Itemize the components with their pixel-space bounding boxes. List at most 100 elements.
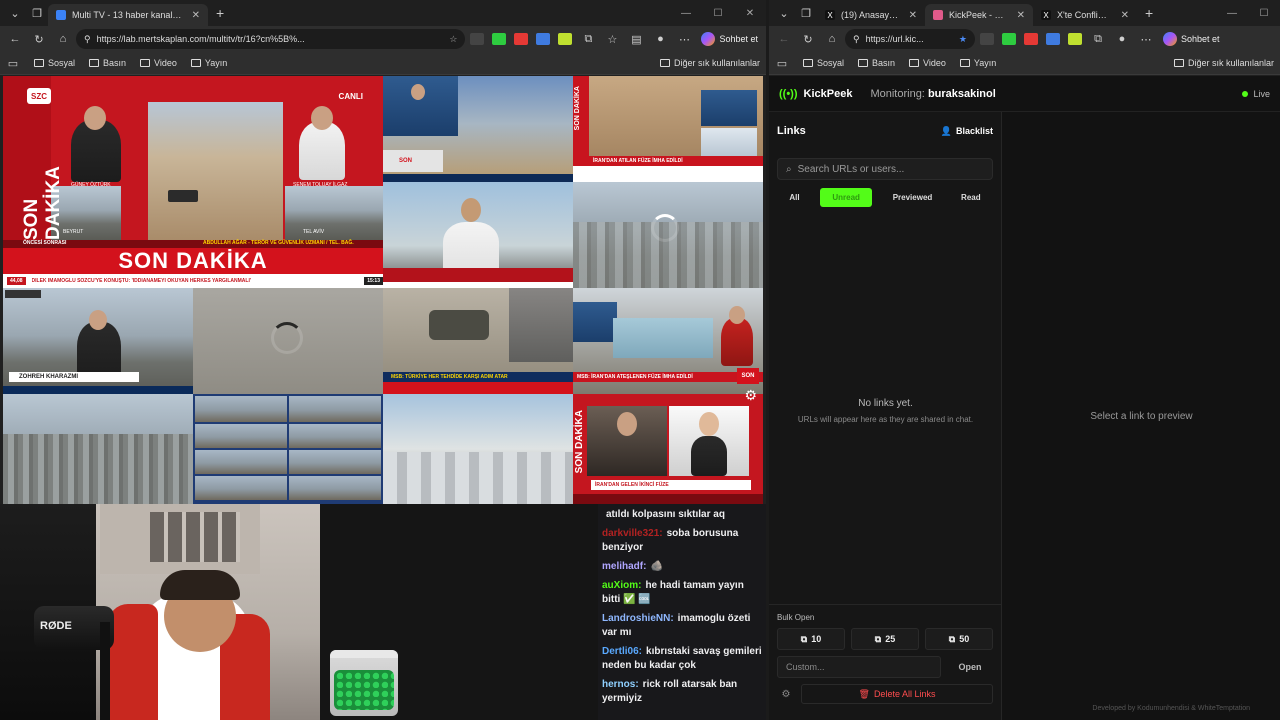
bookmark-folder[interactable]: Yayın — [959, 58, 996, 68]
minimize-icon[interactable]: — — [670, 0, 702, 26]
menu-icon[interactable]: ⋯ — [1135, 29, 1157, 49]
anchor-face — [84, 106, 106, 130]
maximize-icon[interactable]: ☐ — [702, 0, 734, 26]
extension-icon[interactable] — [492, 33, 507, 45]
bookmark-folder[interactable]: Sosyal — [803, 58, 844, 68]
bookmark-toggle-icon[interactable]: ▭ — [775, 53, 789, 73]
kickpeek-app: ((•)) KickPeek Monitoring: buraksakinol … — [769, 76, 1280, 720]
chat-username[interactable]: hernos: — [602, 679, 639, 690]
filter-all[interactable]: All — [781, 188, 807, 207]
delete-all-links-button[interactable]: 🗑 Delete All Links — [801, 684, 993, 704]
split-screen-icon[interactable]: ⧉ — [1087, 29, 1109, 49]
maximize-icon[interactable]: ☐ — [1248, 0, 1280, 26]
chat-username[interactable]: melihadf: — [602, 561, 646, 572]
blacklist-button[interactable]: 👤 Blacklist — [941, 126, 993, 137]
chat-username[interactable]: LandroshieNN: — [602, 613, 674, 624]
collections-icon[interactable]: ▤ — [625, 29, 647, 49]
workspaces-icon[interactable]: ❐ — [26, 3, 48, 23]
extension-icon[interactable] — [980, 33, 994, 45]
caption-name-right: SENEM TOLUAY İLGAZ — [293, 182, 348, 188]
tv-stream-tgrt[interactable]: MSB: İRAN'DAN ATEŞLENEN FÜZE İMHA EDİLDİ… — [573, 288, 763, 394]
filter-read[interactable]: Read — [953, 188, 989, 207]
favorite-star-icon[interactable]: ★ — [959, 34, 967, 45]
settings-icon[interactable]: ⚙ — [777, 684, 795, 704]
bookmark-folder[interactable]: Basın — [89, 58, 126, 68]
extension-icon[interactable] — [1024, 33, 1038, 45]
tv-stream-szc[interactable]: SZC CANLI SON DAKİKA GÜNEY ÖZTÜRK SENEM … — [3, 76, 383, 288]
split-screen-icon[interactable]: ⧉ — [577, 29, 599, 49]
refresh-icon[interactable]: ↻ — [28, 29, 50, 49]
tv-stream-military[interactable]: MSB: TÜRKİYE HER TEHDİDE KARŞI ADIM ATAR — [383, 288, 573, 394]
bookmark-folder[interactable]: Video — [140, 58, 177, 68]
other-bookmarks[interactable]: Diğer sık kullanılanlar — [659, 58, 760, 68]
tv-stream-haberturk[interactable]: SON DAKİKA İRAN'DAN GELEN İKİNCİ FÜZE — [573, 394, 763, 504]
extension-icon[interactable] — [536, 33, 551, 45]
refresh-icon[interactable]: ↻ — [797, 29, 819, 49]
bookmark-toggle-icon[interactable]: ▭ — [6, 53, 20, 73]
tv-stream-skyline[interactable] — [3, 394, 193, 504]
bookmark-folder[interactable]: Yayın — [190, 58, 227, 68]
address-bar[interactable]: ⚲ https://url.kic... ★ — [845, 29, 975, 49]
menu-icon[interactable]: ⋯ — [673, 29, 695, 49]
site-info-icon[interactable]: ⚲ — [853, 34, 860, 45]
tv-stream-tr2[interactable]: SON DAKİKA İRAN'DAN ATILAN FÜZE İMHA EDİ… — [573, 76, 763, 182]
copilot-button[interactable]: Sohbet et — [697, 32, 762, 46]
favorites-icon[interactable]: ☆ — [601, 29, 623, 49]
bookmark-folder[interactable]: Video — [909, 58, 946, 68]
copilot-button[interactable]: Sohbet et — [1159, 32, 1224, 46]
tab-kickpeek[interactable]: KickPeek - Real-tim ✕ — [925, 4, 1033, 26]
tv-stream-city[interactable] — [573, 182, 763, 288]
bookmark-label: Sosyal — [48, 58, 76, 68]
tv-stream-mountain[interactable] — [383, 394, 573, 504]
tv-stream-alarabiya[interactable] — [383, 182, 573, 288]
extension-icon[interactable] — [1068, 33, 1082, 45]
close-tab-icon[interactable]: ✕ — [909, 10, 917, 21]
bookmark-folder[interactable]: Sosyal — [34, 58, 75, 68]
profile-avatar[interactable]: ● — [649, 29, 671, 49]
back-icon[interactable]: ← — [773, 29, 795, 49]
tab-actions-icon[interactable]: ⌄ — [773, 3, 795, 23]
settings-gear-icon[interactable]: ⚙ — [744, 387, 757, 404]
close-tab-icon[interactable]: ✕ — [1017, 10, 1025, 21]
tab-x-home[interactable]: X (19) Anasayfa / X ✕ — [817, 4, 925, 26]
filter-previewed[interactable]: Previewed — [885, 188, 941, 207]
back-icon[interactable]: ← — [4, 29, 26, 49]
open-10-button[interactable]: ⧉ 10 — [777, 628, 845, 650]
minimize-icon[interactable]: — — [1216, 0, 1248, 26]
tv-stream-loading[interactable] — [193, 288, 383, 394]
tv-stream-aljazeera[interactable]: ZOHREH KHARAZMI — [3, 288, 193, 394]
tv-stream-camgrid-a[interactable] — [193, 394, 383, 504]
chat-username[interactable]: Dertli06: — [602, 646, 642, 657]
extension-icon[interactable] — [1002, 33, 1016, 45]
chat-username[interactable]: darkville321: — [602, 528, 663, 539]
new-tab-button[interactable]: + — [208, 5, 232, 21]
chat-username[interactable]: auXiom: — [602, 580, 641, 591]
home-icon[interactable]: ⌂ — [52, 29, 74, 49]
tv-stream-tr[interactable]: SON — [383, 76, 573, 182]
workspaces-icon[interactable]: ❐ — [795, 3, 817, 23]
profile-avatar[interactable]: ● — [1111, 29, 1133, 49]
extension-icon[interactable] — [470, 33, 485, 45]
tab-actions-icon[interactable]: ⌄ — [4, 3, 26, 23]
address-bar[interactable]: ⚲ https://lab.mertskaplan.com/multitv/tr… — [76, 29, 466, 49]
open-50-button[interactable]: ⧉ 50 — [925, 628, 993, 650]
close-tab-icon[interactable]: ✕ — [192, 10, 200, 21]
open-button[interactable]: Open — [947, 662, 993, 672]
filter-unread[interactable]: Unread — [820, 188, 872, 207]
extension-icon[interactable] — [514, 33, 529, 45]
tab-x-conflict[interactable]: X X'te Conflict: "🔴 A ✕ — [1033, 4, 1137, 26]
site-info-icon[interactable]: ⚲ — [84, 34, 91, 45]
close-tab-icon[interactable]: ✕ — [1121, 10, 1129, 21]
other-bookmarks[interactable]: Diğer sık kullanılanlar — [1173, 58, 1274, 68]
new-tab-button[interactable]: + — [1137, 5, 1161, 21]
extension-icon[interactable] — [558, 33, 573, 45]
custom-count-input[interactable]: Custom... — [777, 656, 941, 678]
bookmark-folder[interactable]: Basın — [858, 58, 895, 68]
tab-multitv[interactable]: Multi TV - 13 haber kanalını aynı a... ✕ — [48, 4, 208, 26]
home-icon[interactable]: ⌂ — [821, 29, 843, 49]
close-window-icon[interactable]: ✕ — [734, 0, 766, 26]
favorite-star-icon[interactable]: ☆ — [449, 34, 457, 45]
extension-icon[interactable] — [1046, 33, 1060, 45]
open-25-button[interactable]: ⧉ 25 — [851, 628, 919, 650]
search-input[interactable]: ⌕ Search URLs or users... — [777, 158, 993, 180]
